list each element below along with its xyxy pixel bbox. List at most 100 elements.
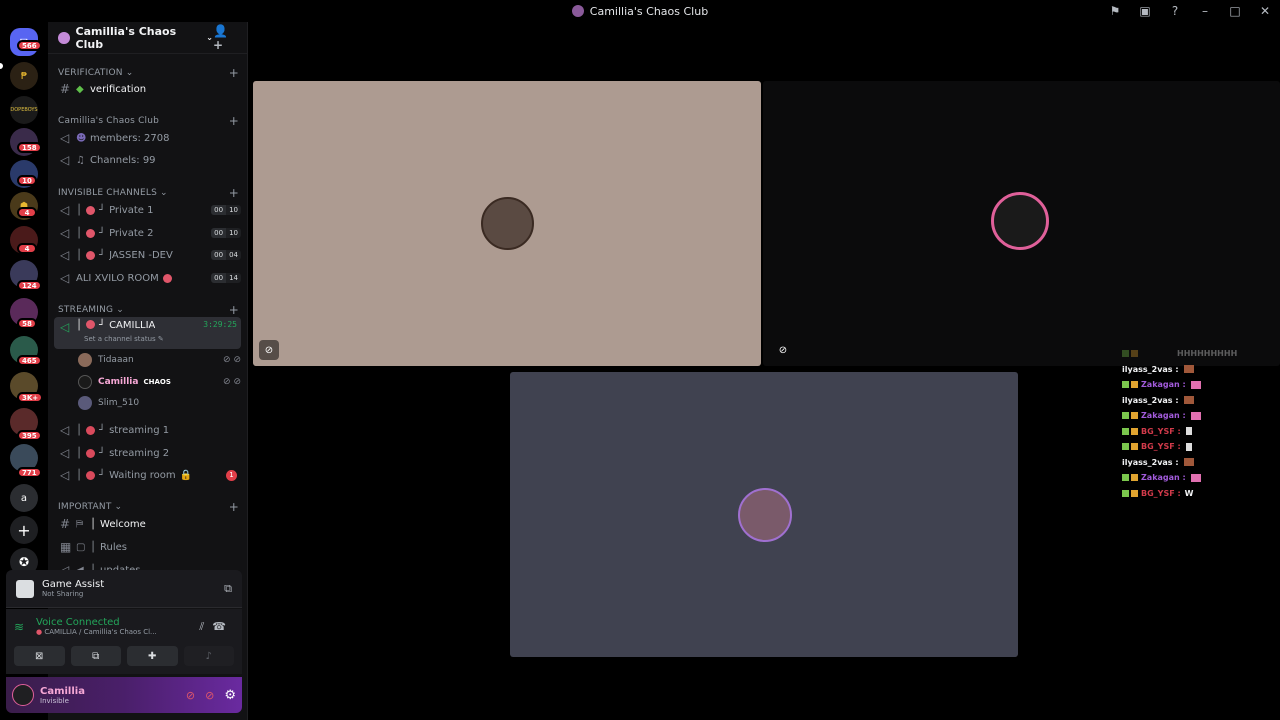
channel-private-1[interactable]: ◁ │ ┘ Private 1 00 10 <box>54 200 241 220</box>
speaker-icon: ◁ <box>60 271 70 285</box>
channel-rules[interactable]: ▦ ▢ │ Rules <box>54 537 241 557</box>
channel-status-link[interactable]: Set a channel status ✎ <box>84 335 164 343</box>
username: Camillia <box>40 685 85 697</box>
chevron-down-icon: ⌄ <box>160 188 168 198</box>
voice-user[interactable]: Camillia CHAOS ⊘ ⊘ <box>78 372 241 392</box>
soundboard-button[interactable]: ♪ <box>183 646 234 666</box>
channel-label: verification <box>90 83 147 95</box>
no-entry-icon <box>86 228 96 238</box>
disconnect-icon[interactable]: ☎ <box>212 620 234 633</box>
screen-share-button[interactable]: ⧉ <box>70 646 121 666</box>
gear-icon[interactable]: ⚙ <box>224 688 236 703</box>
video-tile[interactable] <box>510 372 1018 657</box>
share-screen-icon[interactable]: ⧉ <box>224 582 232 596</box>
no-entry-icon <box>86 320 96 329</box>
category-label: INVISIBLE CHANNELS <box>58 188 157 198</box>
title-bar: Camillia's Chaos Club ⚑ ▣ ? – □ ✕ <box>0 0 1280 22</box>
flag-icon[interactable]: ⚑ <box>1100 4 1130 18</box>
guild-badge: 124 <box>17 280 42 291</box>
emote-icon <box>1190 473 1201 482</box>
guild-unread-pill <box>0 63 3 69</box>
mic-muted-icon[interactable]: ⊘ <box>186 689 205 702</box>
close-button[interactable]: ✕ <box>1250 4 1280 18</box>
chat-line: Zakagan : <box>1122 377 1272 393</box>
voice-user[interactable]: Slim_510 <box>78 393 241 413</box>
server-header[interactable]: Camillia's Chaos Club ⌄ 👤+ <box>48 22 247 54</box>
badge-icon <box>1122 474 1129 482</box>
user-limit: 00 04 <box>211 250 241 260</box>
inbox-icon[interactable]: ▣ <box>1130 4 1160 18</box>
channel-label: Private 2 <box>109 227 154 239</box>
add-channel-icon[interactable]: + <box>229 114 239 128</box>
avatar <box>78 396 92 410</box>
channel-waiting-room[interactable]: ◁ │ ┘ Waiting room 🔒 1 <box>54 465 241 485</box>
game-assist-status: Not Sharing <box>42 590 84 598</box>
channel-camillia[interactable]: ◁ │ ┘ CAMILLIA 3:29:25 Set a channel statu… <box>54 317 241 349</box>
help-icon[interactable]: ? <box>1160 4 1190 18</box>
guild-badge: 158 <box>17 142 42 153</box>
channel-streaming-2[interactable]: ◁ │ ┘ streaming 2 <box>54 443 241 463</box>
channel-members[interactable]: ◁ ☻ members: 2708 <box>54 128 241 148</box>
voice-user-name: Tidaaan <box>98 355 134 365</box>
channel-private-2[interactable]: ◁ │ ┘ Private 2 00 10 <box>54 223 241 243</box>
channel-ali[interactable]: ◁ ALI XVILO ROOM 00 14 <box>54 268 241 288</box>
avatar <box>481 197 534 250</box>
add-server-icon[interactable]: + <box>10 516 38 544</box>
category-club[interactable]: Camillia's Chaos Club + <box>58 114 239 128</box>
invite-icon[interactable]: 👤+ <box>213 24 237 52</box>
emote-icon <box>1190 380 1201 389</box>
user-limit-value: 04 <box>226 250 241 260</box>
members-icon: ☻ <box>76 132 87 144</box>
guild-tag: CHAOS <box>143 378 171 386</box>
speaker-icon: ◁ <box>60 248 70 262</box>
guild-icon[interactable]: DOPEBOYS <box>10 96 38 124</box>
channel-jassen[interactable]: ◁ │ ┘ JASSEN -DEV 00 04 <box>54 245 241 265</box>
headphones-muted-icon[interactable]: ⊘ <box>205 689 224 702</box>
guild-icon[interactable]: a <box>10 484 38 512</box>
category-verification[interactable]: VERIFICATION ⌄ + <box>58 66 239 80</box>
server-icon <box>571 5 584 17</box>
signal-icon[interactable]: ≋ <box>14 620 36 634</box>
guild-icon[interactable]: ₱ <box>10 62 38 90</box>
channel-streaming-1[interactable]: ◁ │ ┘ streaming 1 <box>54 420 241 440</box>
guild-badge: 395 <box>17 430 42 441</box>
channel-count[interactable]: ◁ ♫ Channels: 99 <box>54 150 241 170</box>
chat-line: Zakagan : <box>1122 470 1272 486</box>
chat-message: HHHHHHHHH <box>1177 349 1238 359</box>
voice-channel-line[interactable]: ● CAMILLIA / Camillia's Chaos Cl... <box>36 628 157 636</box>
voice-user[interactable]: Tidaaan ⊘ ⊘ <box>78 350 241 370</box>
speaker-icon: ◁ <box>60 446 70 460</box>
chat-name: ilyass_2vas : <box>1122 395 1179 405</box>
video-tile[interactable]: ⊘ <box>253 81 761 366</box>
chevron-down-icon: ⌄ <box>114 502 123 512</box>
avatar <box>738 488 792 542</box>
noise-suppression-icon[interactable]: ⫽ <box>199 620 212 633</box>
badge-icon <box>1131 350 1138 358</box>
guild-badge: 58 <box>17 318 37 329</box>
add-channel-icon[interactable]: + <box>229 66 239 80</box>
guild-badge: 3K+ <box>17 392 44 403</box>
channel-verification[interactable]: # ◆ verification <box>54 79 241 99</box>
category-invisible[interactable]: INVISIBLE CHANNELS ⌄ + <box>58 186 239 200</box>
voice-controls: ⫽☎ <box>199 620 234 634</box>
minimize-button[interactable]: – <box>1190 4 1220 18</box>
maximize-button[interactable]: □ <box>1220 4 1250 18</box>
add-channel-icon[interactable]: + <box>229 303 239 317</box>
add-channel-icon[interactable]: + <box>229 500 239 514</box>
emote-icon <box>1185 442 1192 451</box>
category-important[interactable]: IMPORTANT ⌄ + <box>58 500 239 514</box>
video-tile[interactable]: ⊘ <box>763 81 1280 366</box>
avatar[interactable] <box>12 684 34 706</box>
chat-name: BG_YSF : <box>1141 426 1181 436</box>
category-streaming[interactable]: STREAMING ⌄ + <box>58 303 239 317</box>
circle-icon <box>86 425 96 435</box>
badge-icon <box>1131 412 1138 420</box>
channel-welcome[interactable]: # ⛿ │ Welcome <box>54 514 241 534</box>
activities-button[interactable]: ✚ <box>127 646 178 666</box>
user-panel: Camillia Invisible ⊘⊘ ⚙ <box>6 677 242 713</box>
voice-user-name: Slim_510 <box>98 398 140 408</box>
add-channel-icon[interactable]: + <box>229 186 239 200</box>
camera-button[interactable]: ⊠ <box>14 646 65 666</box>
no-entry-icon <box>86 250 96 260</box>
game-assist-icon <box>16 579 34 598</box>
